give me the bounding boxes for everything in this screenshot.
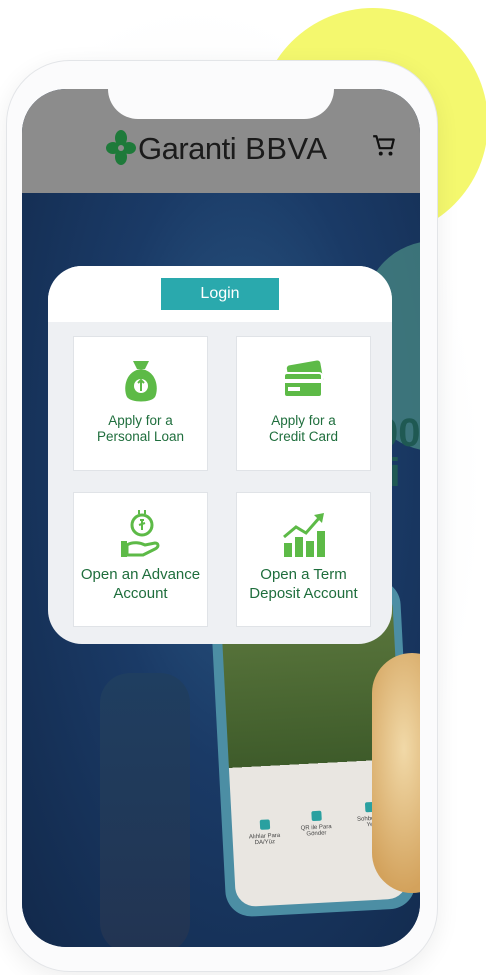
shopping-cart-icon[interactable]: [371, 133, 397, 159]
person-legs-image: [100, 673, 190, 947]
phone-notch: [108, 89, 334, 119]
garanti-bbva-logo[interactable]: Garanti BBVA: [106, 129, 328, 169]
personal-loan-label: Apply for a Personal Loan: [96, 413, 185, 444]
term-deposit-tile[interactable]: Open a Term Deposit Account: [236, 492, 371, 627]
advance-account-tile[interactable]: Open an Advance Account: [73, 492, 208, 627]
credit-card-label: Apply for a Credit Card: [268, 413, 339, 444]
clover-logo-icon: [106, 130, 136, 165]
app-item-label: Alıhlar Para DA/Yüz: [248, 832, 281, 847]
credit-card-tile[interactable]: Apply for a Credit Card: [236, 336, 371, 471]
coin-hand-icon: [120, 510, 159, 557]
logo-text-bbva: BBVA: [245, 131, 328, 166]
app-icon: [311, 810, 322, 822]
growth-chart-icon: [282, 513, 325, 557]
term-deposit-label: Open a Term Deposit Account: [249, 566, 358, 602]
app-header: Garanti BBVA: [22, 89, 420, 193]
app-icon: [259, 819, 271, 830]
credit-card-icon: [282, 360, 323, 398]
food-image: [372, 653, 420, 893]
quick-actions-card: Login Apply for a Personal Loan Apply fo…: [48, 266, 392, 644]
logo-text-garanti: Garanti: [138, 131, 237, 166]
money-bag-icon: [124, 361, 157, 402]
card-header: Login: [48, 266, 392, 322]
login-button[interactable]: Login: [161, 278, 279, 310]
app-item-label: QR ile Para Gönder: [300, 824, 332, 838]
personal-loan-tile[interactable]: Apply for a Personal Loan: [73, 336, 208, 471]
advance-account-label: Open an Advance Account: [80, 566, 201, 602]
